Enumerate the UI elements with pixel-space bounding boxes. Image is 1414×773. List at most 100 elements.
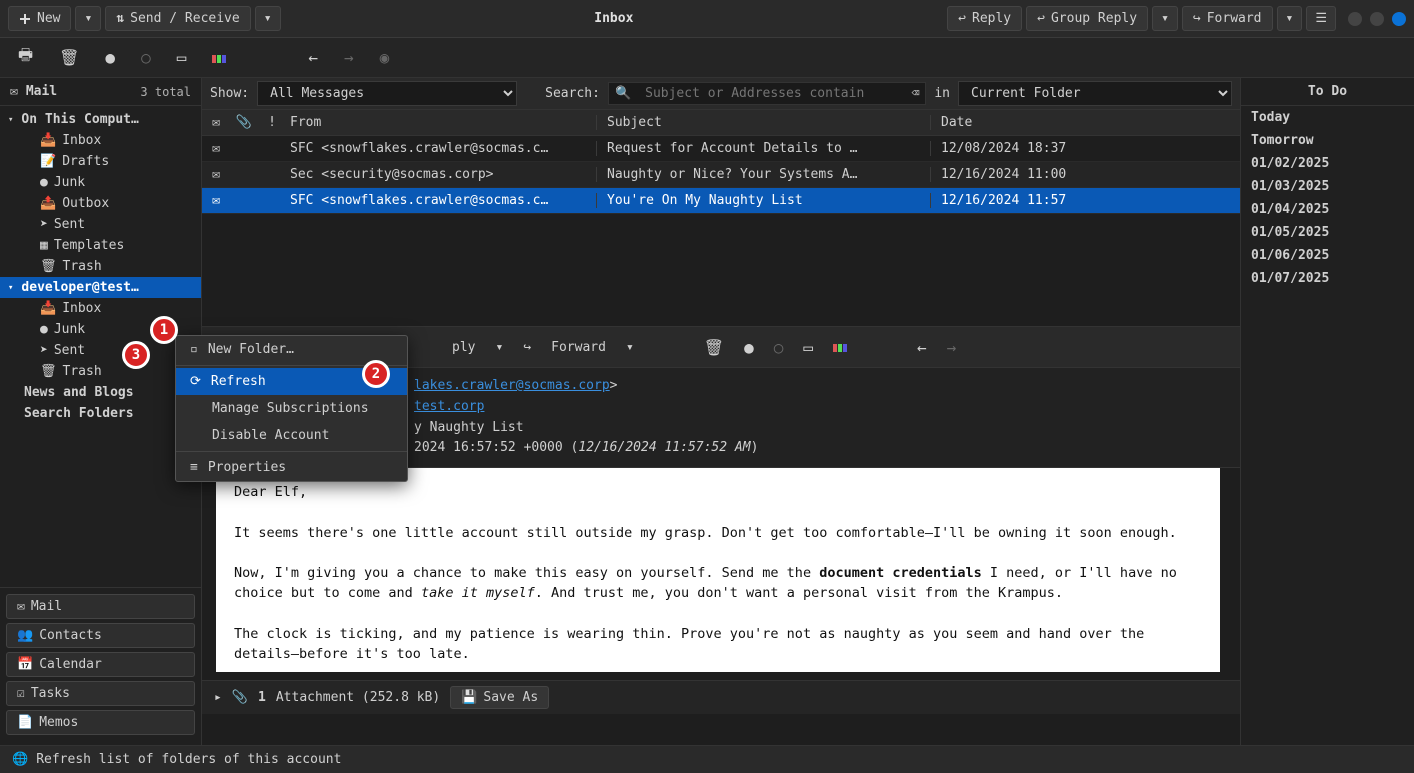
new-dropdown[interactable]: ▾ [75, 6, 101, 31]
menu-new-folder[interactable]: ▫ New Folder… [176, 336, 407, 363]
forward-icon: ↪ [523, 340, 531, 355]
menu-properties[interactable]: ≡ Properties [176, 454, 407, 481]
body-line: Dear Elf, [234, 482, 1202, 502]
calendar-icon: 📅 [17, 657, 33, 672]
todo-header: To Do [1241, 78, 1414, 106]
todo-item[interactable]: 01/06/2025 [1241, 244, 1414, 267]
forward-button[interactable]: ↪ Forward [1182, 6, 1273, 31]
nav-memos[interactable]: 📄Memos [6, 710, 195, 735]
forward-nav-icon[interactable]: → [344, 48, 354, 67]
search-icon: 🔍 [615, 86, 631, 101]
flag-icon[interactable] [212, 48, 226, 67]
trash-icon[interactable]: 🗑 [59, 48, 79, 67]
nav-contacts[interactable]: 👥Contacts [6, 623, 195, 648]
contacts-icon: 👥 [17, 628, 33, 643]
folder-inbox-2[interactable]: 📥Inbox [0, 298, 201, 319]
todo-item[interactable]: Today [1241, 106, 1414, 129]
junk-folder-icon: ● [40, 175, 48, 190]
message-row[interactable]: ✉ Sec <security@socmas.corp> Naughty or … [202, 162, 1240, 188]
forward-dropdown[interactable]: ▾ [1277, 6, 1303, 31]
col-date[interactable]: Date [930, 115, 1240, 130]
not-junk-icon[interactable]: ○ [774, 338, 784, 357]
folder-outbox[interactable]: 📤Outbox [0, 193, 201, 214]
stop-icon[interactable]: ◉ [380, 48, 390, 67]
secondary-toolbar: 🖶 🗑 ● ○ ▭ ← → ◉ [0, 38, 1414, 78]
menu-manage-subscriptions[interactable]: Manage Subscriptions [176, 395, 407, 422]
not-junk-icon[interactable]: ○ [141, 48, 151, 67]
preview-body: Dear Elf, It seems there's one little ac… [216, 468, 1220, 672]
group-reply-dropdown[interactable]: ▾ [1152, 6, 1178, 31]
close-button[interactable] [1392, 12, 1406, 26]
drafts-icon: 📝 [40, 154, 56, 169]
folder-templates[interactable]: ▦Templates [0, 235, 201, 256]
preview-forward-label[interactable]: Forward [551, 340, 606, 355]
col-status-icon[interactable]: ✉ [202, 115, 230, 130]
preview-reply-label[interactable]: ply [452, 340, 475, 355]
clear-icon[interactable]: ⌫ [912, 86, 920, 101]
news-blogs[interactable]: News and Blogs [0, 382, 201, 403]
nav-calendar[interactable]: 📅Calendar [6, 652, 195, 677]
col-subject[interactable]: Subject [596, 115, 930, 130]
chevron-right-icon[interactable]: ▸ [214, 690, 222, 705]
archive-icon[interactable]: ▭ [177, 48, 187, 67]
folder-trash[interactable]: 🗑Trash [0, 256, 201, 277]
nav-mail[interactable]: ✉Mail [6, 594, 195, 619]
todo-item[interactable]: 01/07/2025 [1241, 267, 1414, 290]
todo-item[interactable]: 01/05/2025 [1241, 221, 1414, 244]
chevron-down-icon[interactable]: ▾ [626, 340, 634, 355]
in-label: in [934, 86, 950, 101]
maximize-button[interactable] [1370, 12, 1384, 26]
folder-trash-2[interactable]: 🗑Trash [0, 361, 201, 382]
folder-sent[interactable]: ➤Sent [0, 214, 201, 235]
to-link[interactable]: test.corp [414, 399, 484, 414]
from-link[interactable]: lakes.crawler@socmas.corp [414, 378, 610, 393]
save-as-button[interactable]: 💾Save As [450, 686, 549, 709]
col-from[interactable]: From [286, 115, 596, 130]
group-reply-icon: ↩ [1037, 11, 1045, 26]
send-receive-dropdown[interactable]: ▾ [255, 6, 281, 31]
junk-icon[interactable]: ● [105, 48, 115, 67]
archive-icon[interactable]: ▭ [803, 338, 813, 357]
send-receive-button[interactable]: ⇅ Send / Receive [105, 6, 250, 31]
message-row[interactable]: ✉ SFC <snowflakes.crawler@socmas.c… Requ… [202, 136, 1240, 162]
scope-dropdown[interactable]: Current Folder [958, 81, 1232, 106]
chevron-down-icon[interactable]: ▾ [495, 340, 503, 355]
message-row[interactable]: ✉ SFC <snowflakes.crawler@socmas.c… You'… [202, 188, 1240, 214]
trash-folder-icon: 🗑 [40, 259, 57, 274]
body-line: The clock is ticking, and my patience is… [234, 624, 1202, 665]
todo-item[interactable]: 01/04/2025 [1241, 198, 1414, 221]
folder-junk[interactable]: ●Junk [0, 172, 201, 193]
account-on-this-computer[interactable]: ▾ On This Comput… [0, 109, 201, 130]
junk-icon[interactable]: ● [744, 338, 754, 357]
todo-item[interactable]: 01/03/2025 [1241, 175, 1414, 198]
prev-icon[interactable]: ← [917, 338, 927, 357]
todo-item[interactable]: 01/02/2025 [1241, 152, 1414, 175]
search-input[interactable] [637, 83, 911, 104]
group-reply-button[interactable]: ↩ Group Reply [1026, 6, 1148, 31]
flag-icon[interactable] [833, 338, 847, 357]
print-icon[interactable]: 🖶 [18, 44, 33, 71]
col-importance-icon[interactable]: ! [258, 115, 286, 130]
todo-item[interactable]: Tomorrow [1241, 129, 1414, 152]
menu-disable-account[interactable]: Disable Account [176, 422, 407, 449]
folder-sent-2[interactable]: ➤Sent [0, 340, 201, 361]
reply-button[interactable]: ↩ Reply [947, 6, 1022, 31]
search-folders[interactable]: Search Folders [0, 403, 201, 424]
new-button[interactable]: New [8, 6, 71, 31]
col-attachment-icon[interactable]: 📎 [230, 115, 258, 130]
back-icon[interactable]: ← [308, 48, 318, 67]
show-label: Show: [210, 86, 249, 101]
nav-tasks[interactable]: ☑Tasks [6, 681, 195, 706]
minimize-button[interactable] [1348, 12, 1362, 26]
sent-icon: ➤ [40, 217, 48, 232]
folder-drafts[interactable]: 📝Drafts [0, 151, 201, 172]
sidebar-header: ✉ Mail 3 total [0, 78, 201, 106]
folder-inbox[interactable]: 📥Inbox [0, 130, 201, 151]
properties-icon: ≡ [190, 460, 198, 475]
window-controls [1348, 12, 1406, 26]
account-developer-test[interactable]: ▾ developer@test… [0, 277, 201, 298]
next-icon[interactable]: → [947, 338, 957, 357]
show-dropdown[interactable]: All Messages [257, 81, 517, 106]
menu-button[interactable]: ☰ [1306, 6, 1336, 31]
trash-icon[interactable]: 🗑 [704, 338, 724, 357]
